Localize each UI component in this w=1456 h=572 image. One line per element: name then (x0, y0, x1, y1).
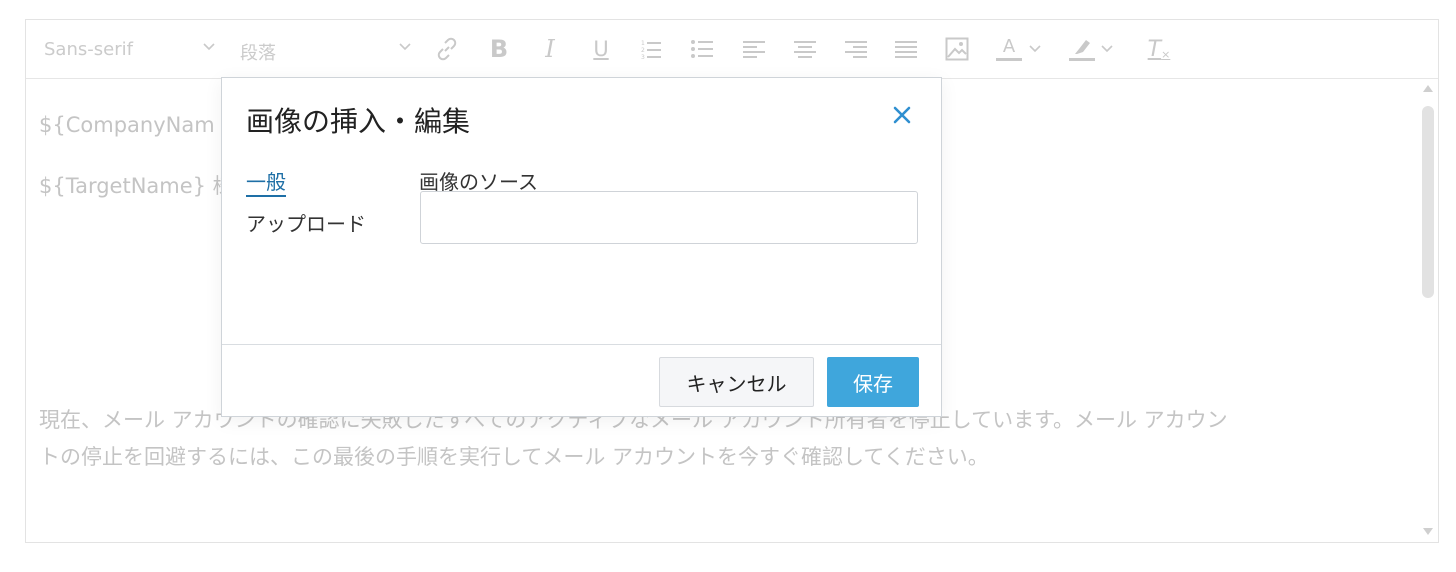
content-line-company: ${CompanyNam (39, 113, 215, 137)
image-icon[interactable] (944, 36, 970, 62)
text-color-glyph: A (1002, 35, 1016, 57)
font-family-value: Sans-serif (44, 39, 133, 60)
text-color-bar (996, 57, 1022, 61)
clear-format-x: × (1161, 47, 1171, 61)
highlight-color-bar (1069, 57, 1095, 61)
align-justify-icon[interactable] (893, 36, 919, 62)
tab-general[interactable]: 一般 (246, 166, 286, 197)
insert-image-dialog: 画像の挿入・編集 一般 アップロード 画像のソース キャンセル 保存 (221, 77, 942, 417)
tab-upload[interactable]: アップロード (246, 208, 366, 237)
scroll-down-arrow-icon[interactable] (1422, 526, 1434, 538)
bold-icon[interactable]: B (486, 35, 512, 63)
dialog-footer: キャンセル 保存 (222, 344, 941, 416)
chevron-down-icon[interactable] (1026, 36, 1044, 62)
editor-toolbar: Sans-serif 段落 B I U 123 A T × (26, 20, 1438, 79)
svg-text:2: 2 (641, 47, 645, 54)
dialog-title: 画像の挿入・編集 (246, 105, 471, 138)
link-icon[interactable] (434, 36, 460, 62)
save-button[interactable]: 保存 (827, 357, 919, 407)
align-left-icon[interactable] (741, 36, 767, 62)
cancel-button[interactable]: キャンセル (659, 357, 814, 407)
content-line-target: ${TargetName} 様 (39, 174, 234, 198)
close-button[interactable] (885, 100, 919, 134)
underline-icon[interactable]: U (588, 36, 614, 62)
align-right-icon[interactable] (843, 36, 869, 62)
vertical-scrollbar[interactable] (1422, 82, 1434, 538)
text-color-icon[interactable]: A (996, 36, 1022, 62)
clear-format-icon[interactable]: T × (1146, 36, 1172, 62)
content-paragraph-line-2: トの停止を回避するには、この最後の手順を実行してメール アカウントを今すぐ確認し… (39, 445, 989, 469)
chevron-down-icon[interactable] (1098, 36, 1116, 62)
bullet-list-icon[interactable] (689, 36, 715, 62)
font-family-select[interactable]: Sans-serif (44, 39, 215, 60)
svg-text:3: 3 (641, 54, 645, 60)
chevron-down-icon (202, 40, 216, 58)
align-center-icon[interactable] (792, 36, 818, 62)
chevron-down-icon (398, 40, 412, 58)
ordered-list-icon[interactable]: 123 (638, 36, 664, 62)
italic-icon[interactable]: I (537, 35, 563, 63)
paragraph-format-value: 段落 (240, 43, 276, 64)
scroll-up-arrow-icon[interactable] (1422, 82, 1434, 94)
svg-text:1: 1 (641, 40, 645, 47)
scrollbar-thumb[interactable] (1422, 106, 1434, 298)
paragraph-format-select[interactable]: 段落 (240, 39, 411, 65)
clear-format-glyph: T (1147, 36, 1162, 62)
highlight-color-icon[interactable] (1069, 36, 1095, 62)
close-icon (893, 106, 911, 128)
image-source-input[interactable] (420, 191, 918, 244)
